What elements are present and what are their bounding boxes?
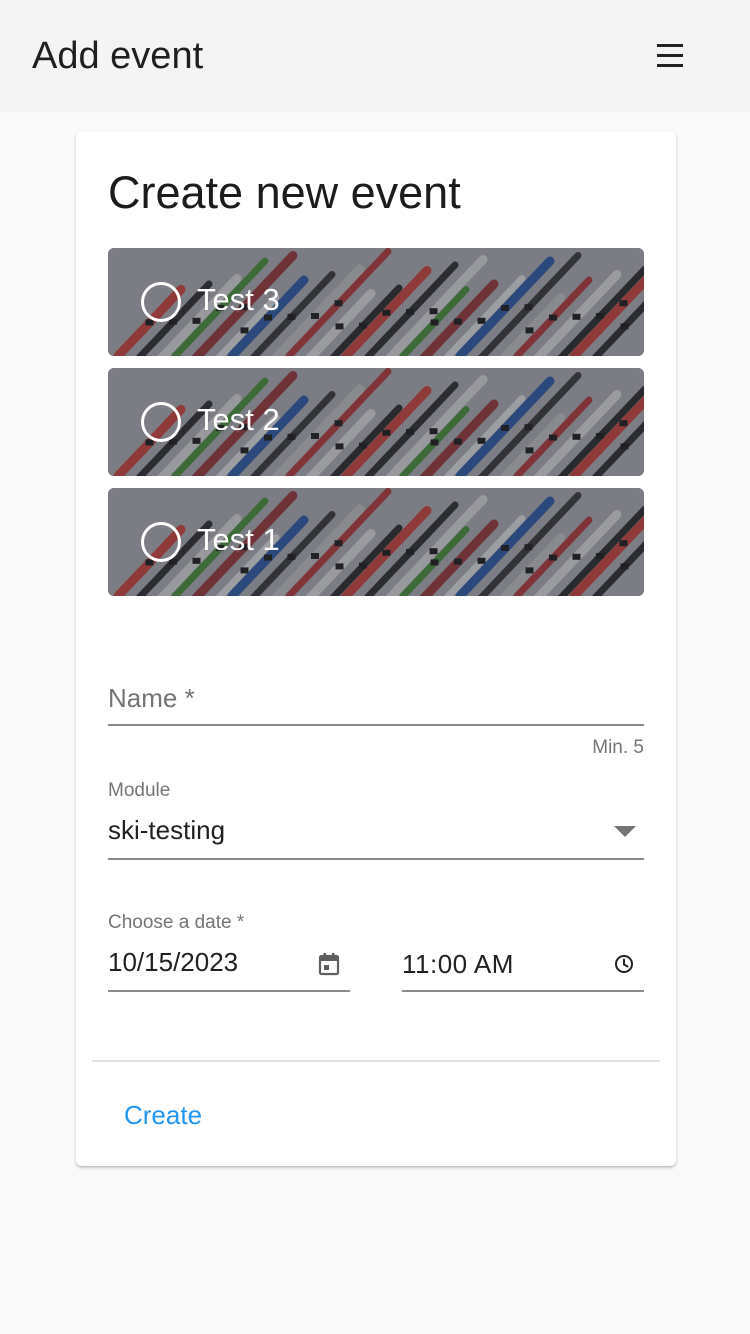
name-input[interactable] — [108, 672, 644, 724]
date-input[interactable]: 10/15/2023 — [108, 940, 350, 992]
event-option-test-3[interactable]: Test 3 — [108, 248, 644, 356]
clock-icon[interactable] — [614, 954, 634, 974]
create-event-card: Create new event Test 3 Test 2 Test 1 Mi… — [76, 132, 676, 1166]
menu-icon-bar — [657, 44, 683, 47]
calendar-icon[interactable] — [318, 952, 340, 976]
card-title: Create new event — [108, 167, 461, 218]
radio-circle-icon[interactable] — [141, 402, 181, 442]
time-input[interactable]: 11:00 AM — [402, 940, 644, 992]
image-overlay — [108, 488, 644, 596]
event-option-label: Test 3 — [197, 282, 280, 317]
name-hint: Min. 5 — [592, 737, 644, 758]
dropdown-arrow-icon — [614, 826, 636, 837]
module-label: Module — [108, 780, 171, 801]
date-label: Choose a date * — [108, 912, 245, 933]
event-option-test-1[interactable]: Test 1 — [108, 488, 644, 596]
radio-circle-icon[interactable] — [141, 282, 181, 322]
image-overlay — [108, 248, 644, 356]
create-button[interactable]: Create — [108, 1092, 218, 1138]
date-value: 10/15/2023 — [108, 947, 239, 977]
menu-icon[interactable] — [648, 36, 692, 76]
event-option-test-2[interactable]: Test 2 — [108, 368, 644, 476]
event-option-label: Test 1 — [197, 522, 280, 557]
app-title: Add event — [32, 35, 204, 77]
actions-divider — [92, 1060, 660, 1062]
module-select[interactable]: ski-testing — [108, 808, 644, 860]
menu-icon-bar — [657, 54, 683, 57]
image-overlay — [108, 368, 644, 476]
time-value: 11:00 AM — [402, 949, 514, 979]
radio-circle-icon[interactable] — [141, 522, 181, 562]
name-field — [108, 672, 644, 726]
app-bar: Add event — [0, 0, 750, 112]
module-value: ski-testing — [108, 815, 226, 845]
menu-icon-bar — [657, 64, 683, 67]
event-option-label: Test 2 — [197, 402, 280, 437]
